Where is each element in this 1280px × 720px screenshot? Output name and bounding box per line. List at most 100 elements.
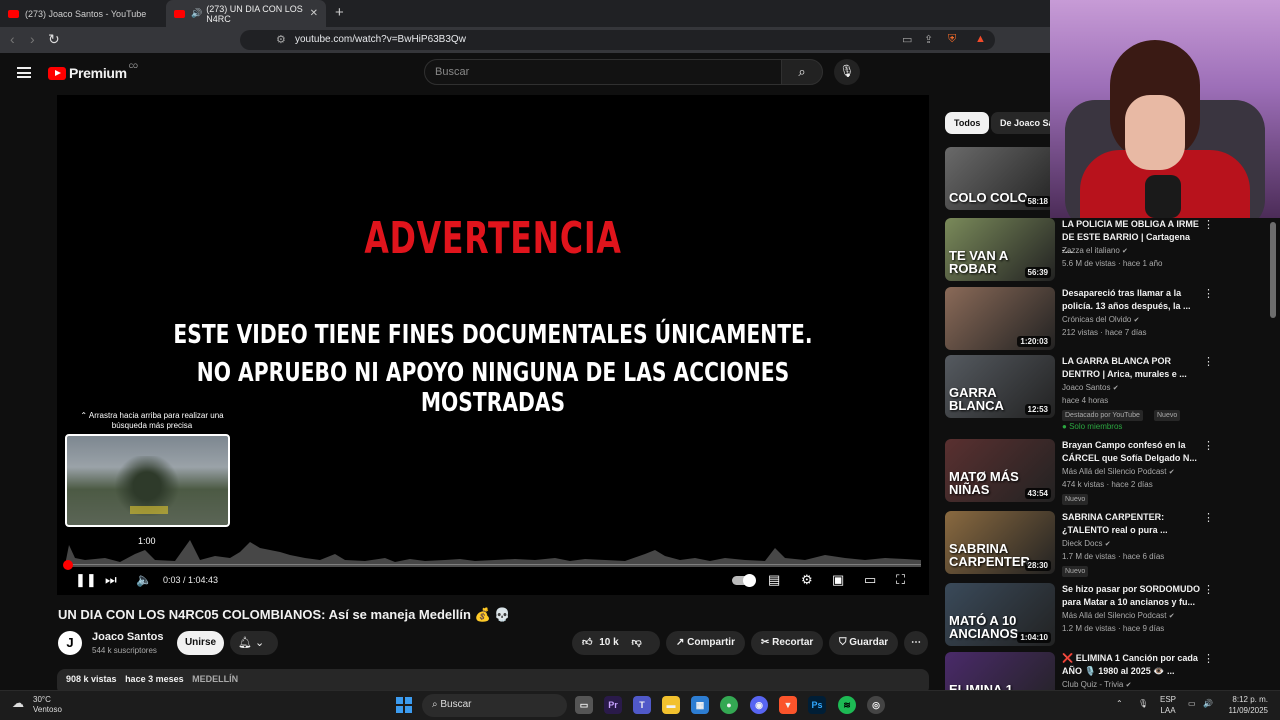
forward-icon[interactable]: › bbox=[30, 31, 35, 47]
search-button[interactable]: ⌕ bbox=[781, 59, 823, 85]
voice-search-button[interactable]: 🎙 bbox=[834, 59, 860, 85]
more-actions-button[interactable]: ⋯ bbox=[904, 631, 928, 655]
menu-icon[interactable] bbox=[17, 67, 31, 78]
recommendation-title[interactable]: LA GARRA BLANCA POR DENTRO | Arica, mura… bbox=[1062, 355, 1202, 381]
video-thumbnail[interactable]: COLO COLO 58:18 bbox=[945, 147, 1055, 210]
clip-button[interactable]: ✂ Recortar bbox=[751, 631, 824, 655]
recommendation-title[interactable]: SABRINA CARPENTER: ¿TALENTO real o pura … bbox=[1062, 511, 1202, 537]
close-tab-icon[interactable]: ✕ bbox=[310, 8, 318, 19]
video-thumbnail[interactable]: MATÓ A 10 ANCIANOS 1:04:10 bbox=[945, 583, 1055, 646]
browser-tab-active[interactable]: 🔊 (273) UN DIA CON LOS N4RC ✕ bbox=[166, 0, 326, 27]
volume-icon[interactable]: 🔈 bbox=[136, 572, 152, 588]
join-button[interactable]: Unirse bbox=[177, 631, 224, 655]
recommendation-channel[interactable]: Más Allá del Silencio Podcast ✔ bbox=[1062, 611, 1175, 620]
browser-tab[interactable]: (273) Joaco Santos - YouTube bbox=[0, 0, 165, 27]
obs-icon[interactable]: ◎ bbox=[867, 696, 885, 714]
verified-icon: ✔ bbox=[1133, 317, 1140, 324]
recommendation-channel[interactable]: Dieck Docs ✔ bbox=[1062, 539, 1111, 548]
microphone-tray-icon[interactable]: 🎙 bbox=[1138, 699, 1148, 708]
weather-widget[interactable]: ☁ 30°C Ventoso bbox=[12, 695, 62, 715]
video-thumbnail[interactable]: TE VAN A ROBAR 56:39 bbox=[945, 218, 1055, 281]
youtube-favicon-icon bbox=[8, 9, 19, 18]
discord-icon[interactable]: ◉ bbox=[750, 696, 768, 714]
search-input[interactable]: Buscar bbox=[424, 59, 782, 85]
recommendation-stats: 474 k vistas · hace 2 días bbox=[1062, 480, 1153, 489]
address-bar[interactable]: ⚙ youtube.com/watch?v=BwHiP63B3Qw ▭ ⇪ ⛨ … bbox=[240, 30, 995, 50]
more-options-icon[interactable]: ⋮ bbox=[1203, 355, 1214, 368]
install-icon[interactable]: ▭ bbox=[902, 33, 912, 46]
channel-name[interactable]: Joaco Santos bbox=[92, 631, 164, 643]
volume-tray-icon[interactable]: 🔊 bbox=[1203, 699, 1213, 708]
save-button[interactable]: ⛉ Guardar bbox=[829, 631, 899, 655]
file-explorer-icon[interactable]: ▬ bbox=[662, 696, 680, 714]
channel-label: Joaco Santos bbox=[1062, 383, 1111, 392]
recommendation-channel[interactable]: Zazza el italiano ✔ bbox=[1062, 246, 1128, 255]
network-icon[interactable]: ▭ bbox=[1188, 699, 1196, 708]
recommendation-channel[interactable]: Club Quiz - Trivia ✔ bbox=[1062, 680, 1131, 689]
more-options-icon[interactable]: ⋮ bbox=[1203, 439, 1214, 452]
video-thumbnail[interactable]: SABRINA CARPENTER 28:30 bbox=[945, 511, 1055, 574]
miniplayer-icon[interactable]: ▣ bbox=[832, 572, 844, 588]
back-icon[interactable]: ‹ bbox=[10, 31, 15, 47]
taskbar-search[interactable]: ⌕ Buscar bbox=[422, 694, 567, 717]
microphone-icon: 🎙 bbox=[839, 64, 855, 78]
site-info-icon[interactable]: ⚙ bbox=[276, 33, 286, 46]
scrollbar[interactable] bbox=[1270, 222, 1276, 318]
task-view-icon[interactable]: ▭ bbox=[575, 696, 593, 714]
share-icon[interactable]: ⇪ bbox=[924, 33, 933, 46]
recommendation-channel[interactable]: Más Allá del Silencio Podcast ✔ bbox=[1062, 467, 1175, 476]
video-thumbnail[interactable]: GARRA BLANCA 12:53 bbox=[945, 355, 1055, 418]
chip-all[interactable]: Todos bbox=[945, 112, 990, 134]
more-options-icon[interactable]: ⋮ bbox=[1203, 652, 1214, 665]
settings-icon[interactable]: ⚙ bbox=[801, 572, 813, 588]
channel-avatar[interactable]: J bbox=[58, 631, 82, 655]
notifications-button[interactable]: 🔔︎ ⌄ bbox=[230, 631, 278, 655]
recommendation-title[interactable]: ❌ ELIMINA 1 Canción por cada AÑO 🎙️ 1980… bbox=[1062, 652, 1202, 678]
youtube-logo[interactable]: Premium CO bbox=[48, 64, 138, 81]
share-button[interactable]: ↗ Compartir bbox=[666, 631, 745, 655]
teams-icon[interactable]: T bbox=[633, 696, 651, 714]
video-thumbnail[interactable]: 1:20:03 bbox=[945, 287, 1055, 350]
wind-icon: ☁ bbox=[12, 696, 24, 710]
progress-bar[interactable] bbox=[63, 560, 921, 570]
more-icon: ⋯ bbox=[911, 637, 921, 648]
clock[interactable]: 8:12 p. m. 11/09/2025 bbox=[1229, 694, 1268, 716]
autoplay-toggle[interactable] bbox=[732, 574, 756, 587]
theater-mode-icon[interactable]: ▭ bbox=[864, 572, 876, 588]
next-icon[interactable]: ⏭ bbox=[105, 572, 117, 588]
pause-icon[interactable]: ❚❚ bbox=[75, 572, 97, 588]
like-icon[interactable]: 👍︎ bbox=[582, 637, 592, 648]
scrubber-handle[interactable] bbox=[63, 560, 73, 570]
subtitles-icon[interactable]: ▤ bbox=[768, 572, 780, 588]
chrome-icon[interactable]: ● bbox=[720, 696, 738, 714]
hashtag[interactable]: MEDELLÍN bbox=[192, 674, 238, 684]
store-icon[interactable]: ▦ bbox=[691, 696, 709, 714]
brave-rewards-icon[interactable]: ▲ bbox=[975, 33, 986, 45]
spotify-icon[interactable]: ≋ bbox=[838, 696, 856, 714]
fullscreen-icon[interactable]: ⛶ bbox=[896, 572, 905, 588]
recommendation-title[interactable]: Se hizo pasar por SORDOMUDO para Matar a… bbox=[1062, 583, 1202, 609]
verified-icon: ✔ bbox=[1168, 469, 1175, 476]
start-button[interactable] bbox=[396, 697, 412, 713]
new-tab-button[interactable]: + bbox=[335, 4, 344, 21]
photoshop-icon[interactable]: Ps bbox=[808, 696, 826, 714]
like-count[interactable]: 10 k bbox=[599, 637, 618, 648]
more-options-icon[interactable]: ⋮ bbox=[1203, 218, 1214, 231]
more-options-icon[interactable]: ⋮ bbox=[1203, 511, 1214, 524]
brave-shield-icon[interactable]: ⛨ bbox=[948, 33, 956, 46]
dislike-icon[interactable]: 👎︎ bbox=[631, 637, 641, 648]
channel-label: Zazza el italiano bbox=[1062, 246, 1120, 255]
tray-expand-icon[interactable]: ⌃ bbox=[1116, 699, 1123, 708]
video-thumbnail[interactable]: MATØ MÁS NIÑAS 43:54 bbox=[945, 439, 1055, 502]
more-options-icon[interactable]: ⋮ bbox=[1203, 583, 1214, 596]
recommendation-channel[interactable]: Joaco Santos ✔ bbox=[1062, 383, 1119, 392]
brave-icon[interactable]: ▼ bbox=[779, 696, 797, 714]
recommendation-channel[interactable]: Crónicas del Olvido ✔ bbox=[1062, 315, 1139, 324]
language-indicator[interactable]: ESP LAA bbox=[1160, 694, 1176, 716]
more-options-icon[interactable]: ⋮ bbox=[1203, 287, 1214, 300]
recommendation-title[interactable]: Brayan Campo confesó en la CÁRCEL que So… bbox=[1062, 439, 1202, 465]
video-player[interactable]: ADVERTENCIA ESTE VIDEO TIENE FINES DOCUM… bbox=[57, 95, 929, 595]
premiere-icon[interactable]: Pr bbox=[604, 696, 622, 714]
recommendation-title[interactable]: Desapareció tras llamar a la policía. 13… bbox=[1062, 287, 1202, 313]
reload-icon[interactable]: ↻ bbox=[48, 31, 60, 48]
